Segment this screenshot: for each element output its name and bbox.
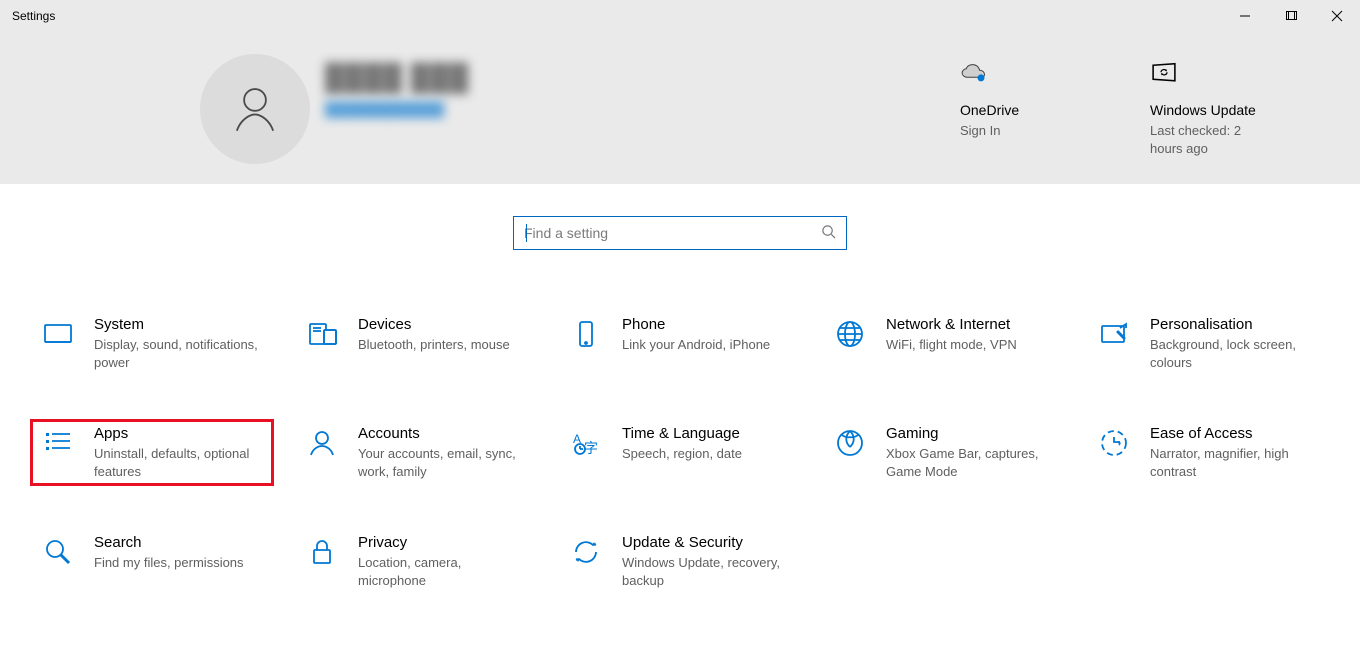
- category-title: Gaming: [886, 425, 1051, 442]
- close-icon: [1331, 10, 1343, 22]
- category-gaming[interactable]: Gaming Xbox Game Bar, captures, Game Mode: [822, 419, 1066, 486]
- text-caret: [526, 224, 527, 242]
- category-title: Apps: [94, 425, 259, 442]
- onedrive-title: OneDrive: [960, 102, 1080, 118]
- category-desc: Bluetooth, printers, mouse: [358, 336, 510, 354]
- network-icon: [832, 316, 868, 352]
- category-search[interactable]: Search Find my files, permissions: [30, 528, 274, 595]
- category-title: Devices: [358, 316, 510, 333]
- search-box[interactable]: [513, 216, 847, 250]
- minimize-icon: [1239, 10, 1251, 22]
- user-icon: [226, 80, 284, 138]
- category-update[interactable]: Update & Security Windows Update, recover…: [558, 528, 802, 595]
- category-desc: Xbox Game Bar, captures, Game Mode: [886, 445, 1051, 480]
- svg-text:字: 字: [584, 440, 598, 456]
- user-subtitle: ████████████: [325, 101, 469, 117]
- category-desc: Find my files, permissions: [94, 554, 244, 572]
- category-title: Search: [94, 534, 244, 551]
- category-desc: Narrator, magnifier, high contrast: [1150, 445, 1315, 480]
- category-devices[interactable]: Devices Bluetooth, printers, mouse: [294, 310, 538, 377]
- window-controls: [1222, 0, 1360, 32]
- category-desc: Uninstall, defaults, optional features: [94, 445, 259, 480]
- category-ease[interactable]: Ease of Access Narrator, magnifier, high …: [1086, 419, 1330, 486]
- phone-icon: [568, 316, 604, 352]
- category-desc: WiFi, flight mode, VPN: [886, 336, 1017, 354]
- user-name: ████ ███: [325, 62, 469, 93]
- apps-icon: [40, 425, 76, 461]
- header-area: ████ ███ ████████████ OneDrive Sign In W…: [0, 32, 1360, 184]
- user-avatar[interactable]: [200, 54, 310, 164]
- privacy-icon: [304, 534, 340, 570]
- update-security-icon: [568, 534, 604, 570]
- onedrive-sub: Sign In: [960, 122, 1080, 140]
- onedrive-icon: [960, 58, 1080, 88]
- category-title: System: [94, 316, 259, 333]
- system-icon: [40, 316, 76, 352]
- minimize-button[interactable]: [1222, 0, 1268, 32]
- category-desc: Display, sound, notifications, power: [94, 336, 259, 371]
- category-title: Phone: [622, 316, 770, 333]
- search-category-icon: [40, 534, 76, 570]
- category-apps[interactable]: Apps Uninstall, defaults, optional featur…: [30, 419, 274, 486]
- close-button[interactable]: [1314, 0, 1360, 32]
- update-title: Windows Update: [1150, 102, 1270, 118]
- category-title: Update & Security: [622, 534, 787, 551]
- category-desc: Your accounts, email, sync, work, family: [358, 445, 523, 480]
- category-title: Time & Language: [622, 425, 742, 442]
- category-desc: Background, lock screen, colours: [1150, 336, 1315, 371]
- onedrive-card[interactable]: OneDrive Sign In: [960, 58, 1080, 157]
- category-title: Ease of Access: [1150, 425, 1315, 442]
- category-title: Privacy: [358, 534, 523, 551]
- category-phone[interactable]: Phone Link your Android, iPhone: [558, 310, 802, 377]
- devices-icon: [304, 316, 340, 352]
- accounts-icon: [304, 425, 340, 461]
- time-icon: A字: [568, 425, 604, 461]
- update-sub: Last checked: 2 hours ago: [1150, 122, 1270, 157]
- category-time[interactable]: A字 Time & Language Speech, region, date: [558, 419, 802, 486]
- category-title: Network & Internet: [886, 316, 1017, 333]
- category-desc: Location, camera, microphone: [358, 554, 523, 589]
- category-desc: Speech, region, date: [622, 445, 742, 463]
- category-title: Accounts: [358, 425, 523, 442]
- category-privacy[interactable]: Privacy Location, camera, microphone: [294, 528, 538, 595]
- category-accounts[interactable]: Accounts Your accounts, email, sync, work…: [294, 419, 538, 486]
- category-network[interactable]: Network & Internet WiFi, flight mode, VPN: [822, 310, 1066, 377]
- personalisation-icon: [1096, 316, 1132, 352]
- category-desc: Windows Update, recovery, backup: [622, 554, 787, 589]
- title-bar: Settings: [0, 0, 1360, 32]
- category-personalisation[interactable]: Personalisation Background, lock screen, …: [1086, 310, 1330, 377]
- search-row: [0, 184, 1360, 266]
- ease-icon: [1096, 425, 1132, 461]
- update-icon: [1150, 58, 1270, 88]
- gaming-icon: [832, 425, 868, 461]
- search-icon: [821, 224, 836, 242]
- category-desc: Link your Android, iPhone: [622, 336, 770, 354]
- search-input[interactable]: [524, 225, 821, 241]
- category-title: Personalisation: [1150, 316, 1315, 333]
- window-title: Settings: [0, 9, 55, 23]
- user-info[interactable]: ████ ███ ████████████: [325, 62, 469, 117]
- maximize-button[interactable]: [1268, 0, 1314, 32]
- categories-grid: System Display, sound, notifications, pow…: [0, 266, 1360, 595]
- windows-update-card[interactable]: Windows Update Last checked: 2 hours ago: [1150, 58, 1270, 157]
- category-system[interactable]: System Display, sound, notifications, pow…: [30, 310, 274, 377]
- maximize-icon: [1285, 10, 1297, 22]
